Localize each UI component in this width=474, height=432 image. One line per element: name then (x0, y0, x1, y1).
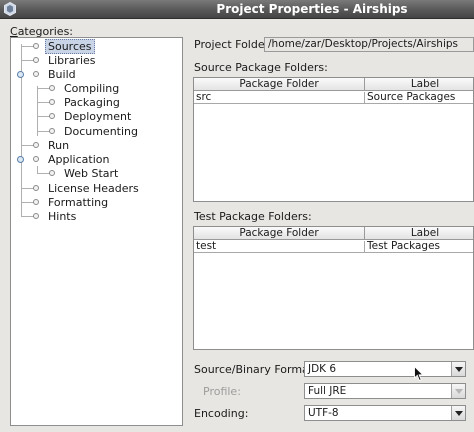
tree-item-sources[interactable]: Sources (45, 38, 95, 54)
tree-node-icon (49, 85, 55, 91)
chevron-down-icon (455, 411, 463, 416)
tree-node-icon (33, 156, 39, 162)
format-combo[interactable]: JDK 6 (304, 361, 466, 377)
tree-item-run[interactable]: Run (46, 138, 71, 152)
window-title: Project Properties - Airships (216, 2, 408, 16)
column-header-label[interactable]: Label (365, 227, 473, 240)
expand-toggle-icon[interactable] (17, 156, 24, 163)
tree-item-build[interactable]: Build (46, 67, 78, 81)
tree-item-label: Run (48, 138, 70, 152)
tree-line (21, 44, 22, 217)
tree-item-label: Documenting (64, 124, 138, 138)
format-value: JDK 6 (308, 363, 337, 375)
tree-item-license-headers[interactable]: License Headers (46, 181, 141, 195)
profile-label: Profile: (203, 385, 241, 398)
profile-combo: Full JRE (304, 383, 466, 399)
chevron-down-icon (455, 389, 463, 394)
tree-item-libraries[interactable]: Libraries (46, 53, 98, 67)
tree-line (37, 86, 38, 136)
tree-item-label: Application (48, 152, 110, 166)
tree-item-label: Web Start (64, 166, 119, 180)
tree-item-label: Compiling (64, 81, 120, 95)
tree-node-icon (33, 142, 39, 148)
tree-node-icon (49, 113, 55, 119)
tree-item-label: Sources (45, 38, 95, 54)
tree-item-label: Formatting (48, 195, 109, 209)
tree-item-label: Deployment (64, 109, 132, 123)
tree-node-icon (49, 128, 55, 134)
tree-node-icon (33, 199, 39, 205)
column-header-package-folder[interactable]: Package Folder (194, 78, 365, 91)
tree-node-icon (33, 43, 39, 49)
table-cell-label[interactable]: Test Packages (365, 241, 473, 253)
profile-dropdown-button (451, 384, 465, 398)
project-folder-field[interactable]: /home/zar/Desktop/Projects/Airships (264, 37, 474, 52)
mouse-pointer-icon (414, 366, 424, 382)
test-folders-label: Test Package Folders: (194, 210, 312, 223)
tree-item-label: Packaging (64, 95, 120, 109)
tree-item-formatting[interactable]: Formatting (46, 195, 110, 209)
tree-item-label: Libraries (48, 53, 96, 67)
test-folders-table[interactable]: Package Folder Label test Test Packages (193, 226, 474, 350)
tree-item-packaging[interactable]: Packaging (62, 95, 122, 109)
table-header: Package Folder Label (194, 227, 473, 240)
tree-item-label: Hints (48, 209, 77, 223)
source-folders-table[interactable]: Package Folder Label src Source Packages (193, 77, 474, 202)
column-header-package-folder[interactable]: Package Folder (194, 227, 365, 240)
table-cell-label[interactable]: Source Packages (365, 92, 473, 104)
table-cell-folder[interactable]: src (194, 92, 365, 104)
tree-item-application[interactable]: Application (46, 152, 111, 166)
tree-item-compiling[interactable]: Compiling (62, 81, 121, 95)
profile-value: Full JRE (308, 385, 347, 397)
chevron-down-icon (455, 367, 463, 372)
tree-node-icon (33, 185, 39, 191)
tree-node-icon (33, 213, 39, 219)
tree-item-hints[interactable]: Hints (46, 209, 78, 223)
tree-item-label: Build (48, 67, 76, 81)
tree-node-icon (49, 170, 55, 176)
format-label: Source/Binary Format: (194, 363, 317, 376)
source-folders-label: Source Package Folders: (194, 61, 328, 74)
tree-item-label: License Headers (48, 181, 139, 195)
expand-toggle-icon[interactable] (17, 71, 24, 78)
table-header: Package Folder Label (194, 78, 473, 91)
tree-node-icon (49, 99, 55, 105)
encoding-value: UTF-8 (308, 407, 339, 419)
encoding-label: Encoding: (194, 407, 249, 420)
encoding-dropdown-button[interactable] (451, 406, 465, 420)
column-header-label[interactable]: Label (365, 78, 473, 91)
window-titlebar[interactable]: Project Properties - Airships (0, 0, 474, 19)
categories-tree[interactable]: Sources Libraries Build Compiling Packag… (10, 37, 183, 426)
encoding-combo[interactable]: UTF-8 (304, 405, 466, 421)
format-dropdown-button[interactable] (451, 362, 465, 376)
table-cell-folder[interactable]: test (194, 241, 365, 253)
project-folder-label: Project Folder: (194, 38, 273, 51)
tree-node-icon (33, 71, 39, 77)
tree-item-deployment[interactable]: Deployment (62, 109, 133, 123)
tree-item-documenting[interactable]: Documenting (62, 124, 140, 138)
tree-node-icon (33, 57, 39, 63)
tree-item-web-start[interactable]: Web Start (62, 166, 120, 180)
